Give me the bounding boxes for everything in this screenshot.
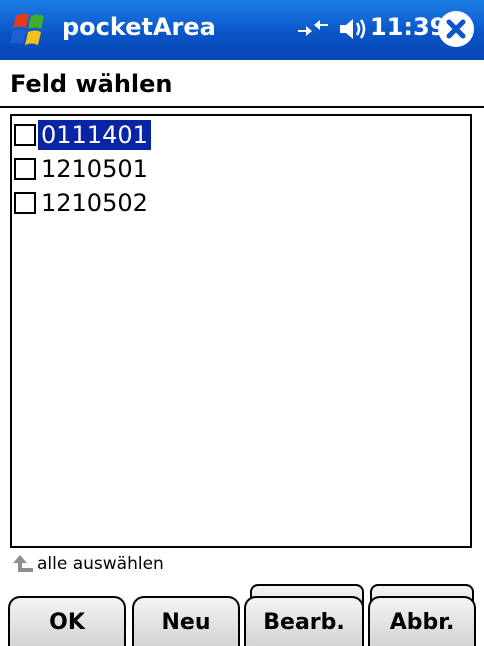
field-list[interactable]: 0111401 1210501 1210502	[10, 114, 472, 548]
new-button[interactable]: Neu	[132, 596, 240, 646]
item-label: 1210501	[41, 155, 148, 183]
volume-icon[interactable]	[338, 16, 368, 42]
item-checkbox[interactable]	[14, 158, 36, 180]
edit-button[interactable]: Bearb.	[244, 596, 364, 646]
ok-button[interactable]: OK	[8, 596, 126, 646]
connectivity-icon[interactable]	[296, 18, 330, 38]
item-label: 0111401	[38, 120, 151, 150]
close-icon[interactable]	[438, 11, 474, 47]
windows-start-icon[interactable]	[10, 10, 54, 50]
page-title: Feld wählen	[10, 70, 173, 98]
clock[interactable]: 11:39	[370, 13, 446, 41]
select-all-label: alle auswählen	[37, 554, 164, 574]
list-item[interactable]: 1210502	[14, 186, 151, 220]
list-item[interactable]: 1210501	[14, 152, 151, 186]
header-divider	[0, 106, 484, 108]
item-checkbox[interactable]	[14, 124, 36, 146]
item-checkbox[interactable]	[14, 192, 36, 214]
item-label: 1210502	[41, 189, 148, 217]
select-all-arrow-icon	[13, 555, 33, 572]
title-bar: pocketArea 11:39	[0, 0, 484, 60]
list-item[interactable]: 0111401	[14, 118, 151, 152]
select-all-link[interactable]: alle auswählen	[12, 554, 164, 574]
app-title: pocketArea	[62, 13, 216, 41]
cancel-button[interactable]: Abbr.	[368, 596, 476, 646]
